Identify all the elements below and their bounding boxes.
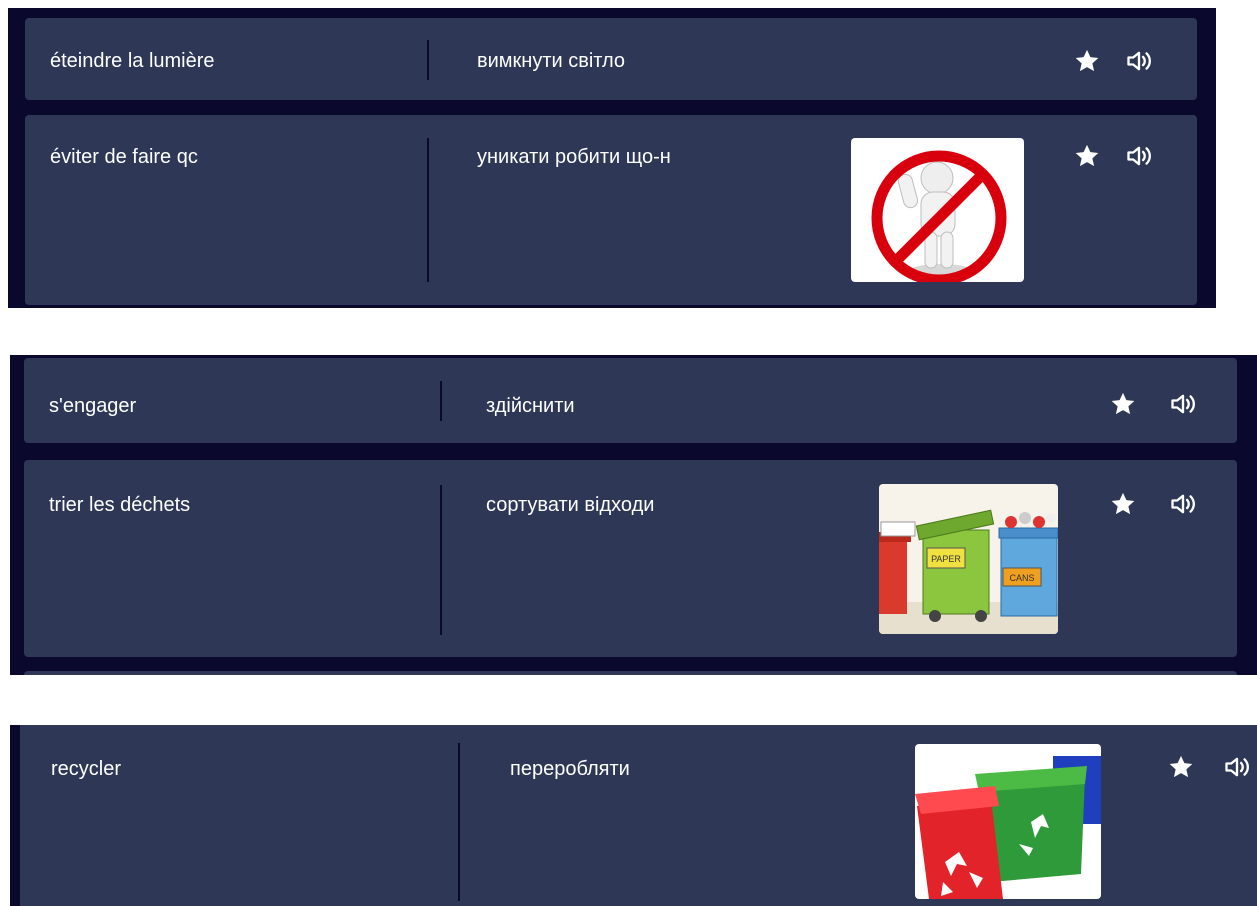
prohibition-figure-image[interactable] [851, 138, 1024, 282]
speaker-icon[interactable] [1125, 142, 1153, 170]
paper-label: PAPER [931, 554, 961, 564]
definition-text: уникати робити що-н [477, 146, 671, 168]
speaker-icon[interactable] [1169, 390, 1197, 418]
cans-label: CANS [1009, 573, 1034, 583]
term-card: éviter de faire qc уникати робити що-н [25, 115, 1197, 305]
definition-text: здійснити [486, 395, 575, 417]
sorting-bins-image[interactable]: PAPER CANS [879, 484, 1058, 634]
definition-text: вимкнути світло [477, 50, 626, 72]
term-card [24, 671, 1237, 675]
term-card: s'engager здійснити [24, 358, 1237, 443]
card-divider [440, 381, 442, 421]
star-icon[interactable] [1109, 390, 1137, 418]
term-card: recycler переробляти [20, 725, 1257, 906]
speaker-icon[interactable] [1223, 753, 1251, 781]
flashcard-panel-1: éteindre la lumière вимкнути світло évit… [8, 8, 1216, 308]
card-divider [458, 743, 460, 901]
star-icon[interactable] [1109, 490, 1137, 518]
speaker-icon[interactable] [1125, 47, 1153, 75]
term-text: recycler [51, 758, 122, 780]
recycling-bins-image[interactable] [915, 744, 1101, 899]
star-icon[interactable] [1167, 753, 1195, 781]
term-card: trier les déchets сортувати відходи PAPE… [24, 460, 1237, 657]
speaker-icon[interactable] [1169, 490, 1197, 518]
term-card: éteindre la lumière вимкнути світло [25, 18, 1197, 100]
card-divider [427, 40, 429, 80]
definition-text: сортувати відходи [486, 494, 655, 516]
term-text: trier les déchets [49, 494, 191, 516]
star-icon[interactable] [1073, 47, 1101, 75]
term-text: éteindre la lumière [50, 50, 215, 72]
definition-text: переробляти [510, 758, 630, 780]
term-text: éviter de faire qc [50, 146, 198, 168]
flashcard-panel-2: s'engager здійснити trier les déchets со… [10, 355, 1257, 675]
flashcard-panel-3: recycler переробляти [10, 725, 1257, 906]
term-text: s'engager [49, 395, 137, 417]
star-icon[interactable] [1073, 142, 1101, 170]
card-divider [440, 485, 442, 635]
card-divider [427, 138, 429, 282]
